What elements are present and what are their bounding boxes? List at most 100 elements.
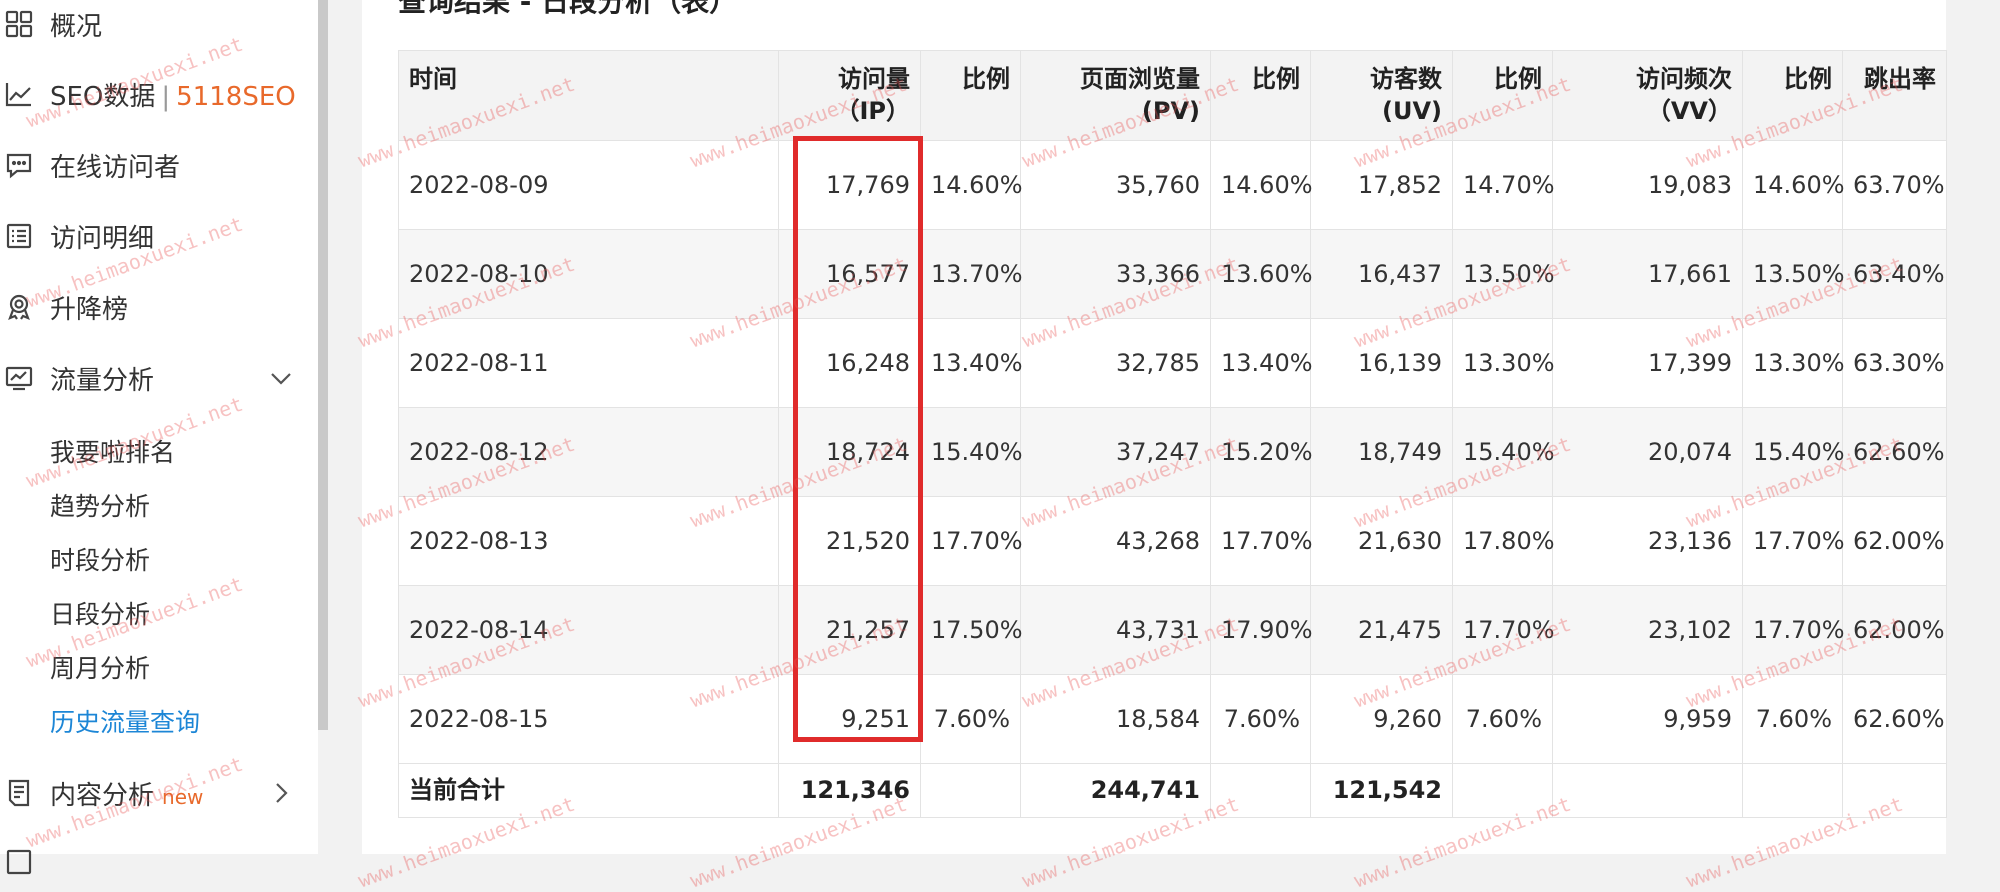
sidebar-item-label: 概况	[50, 11, 103, 42]
value-cell: 17.90%	[1210, 585, 1313, 675]
sidebar-item-rankings[interactable]: 升降榜	[0, 285, 318, 329]
sub-item-trend-analysis[interactable]: 趋势分析	[50, 485, 150, 525]
value-cell: 62.00%	[1842, 496, 1947, 586]
partial-icon	[4, 847, 34, 877]
column-header: 跳出率	[1842, 50, 1947, 141]
date-cell: 2022-08-10	[398, 229, 779, 319]
value-cell: 13.50%	[1742, 229, 1845, 319]
table-row: 2022-08-12 18,724 15.40% 37,247 15.20% 18,749…	[398, 407, 1947, 497]
total-value-cell	[1742, 763, 1843, 818]
value-cell: 17.70%	[920, 496, 1023, 586]
sidebar-item-label: 内容分析	[50, 780, 155, 811]
value-cell: 14.70%	[1452, 140, 1555, 230]
column-header: 页面浏览量(PV)	[1020, 50, 1211, 141]
sidebar-item-label: 在线访问者	[50, 152, 181, 183]
column-header: 比例	[1210, 50, 1311, 141]
value-cell: 7.60%	[1742, 674, 1843, 764]
column-header: 访客数(UV)	[1310, 50, 1453, 141]
page-title: 查询结果 - 日段分析（表）	[398, 0, 738, 18]
value-cell: 13.40%	[920, 318, 1023, 408]
sidebar-item-traffic-analysis[interactable]: 流量分析	[0, 356, 318, 400]
value-cell: 21,630	[1310, 496, 1453, 586]
total-value-cell	[920, 763, 1021, 818]
column-header: 时间	[398, 50, 779, 141]
value-cell: 9,251	[778, 674, 921, 764]
sidebar-item-partial	[0, 840, 318, 884]
value-cell: 14.60%	[920, 140, 1023, 230]
sidebar-item-label: 流量分析	[50, 365, 155, 396]
chevron-right-icon[interactable]	[268, 780, 294, 806]
sidebar-item-content-analysis[interactable]: 内容分析 new	[0, 771, 318, 815]
value-cell: 20,074	[1552, 407, 1743, 497]
total-value-cell: 244,741	[1020, 763, 1211, 818]
document-icon	[4, 778, 34, 808]
value-cell: 9,260	[1310, 674, 1453, 764]
value-cell: 62.60%	[1842, 407, 1947, 497]
value-cell: 14.60%	[1742, 140, 1845, 230]
chat-icon	[4, 150, 34, 180]
value-cell: 32,785	[1020, 318, 1211, 408]
column-header: 比例	[1452, 50, 1553, 141]
value-cell: 33,366	[1020, 229, 1211, 319]
sub-item-history-query[interactable]: 历史流量查询	[50, 701, 200, 741]
total-value-cell	[1842, 763, 1947, 818]
daily-analysis-table: 时间 访问量（IP） 比例 页面浏览量(PV) 比例 访客数(UV) 比例 访问…	[398, 50, 1947, 818]
column-header: 访问频次（VV）	[1552, 50, 1743, 141]
value-cell: 19,083	[1552, 140, 1743, 230]
value-cell: 17,769	[778, 140, 921, 230]
line-chart-icon	[4, 79, 34, 109]
table-header-row: 时间 访问量（IP） 比例 页面浏览量(PV) 比例 访客数(UV) 比例 访问…	[398, 50, 1947, 141]
sidebar-item-online-visitors[interactable]: 在线访问者	[0, 143, 318, 187]
total-value-cell: 121,346	[778, 763, 921, 818]
value-cell: 14.60%	[1210, 140, 1313, 230]
sub-item-ranking[interactable]: 我要啦排名	[50, 431, 175, 471]
value-cell: 9,959	[1552, 674, 1743, 764]
sidebar-item-overview[interactable]: 概况	[0, 2, 318, 46]
value-cell: 17.70%	[1742, 585, 1845, 675]
data-table-container: 时间 访问量（IP） 比例 页面浏览量(PV) 比例 访客数(UV) 比例 访问…	[398, 50, 1947, 818]
sub-item-hourly-analysis[interactable]: 时段分析	[50, 539, 150, 579]
table-row: 2022-08-13 21,520 17.70% 43,268 17.70% 21,630…	[398, 496, 1947, 586]
sidebar: 概况 SEO数据 | 5118SEO 在线访问者 访问明细 升降榜 流量分析 我…	[0, 0, 318, 875]
column-header: 访问量（IP）	[778, 50, 921, 141]
list-icon	[4, 221, 34, 251]
value-cell: 18,724	[778, 407, 921, 497]
value-cell: 15.20%	[1210, 407, 1313, 497]
sub-item-weekly-monthly-analysis[interactable]: 周月分析	[50, 647, 150, 687]
sidebar-item-label: SEO数据	[50, 81, 156, 112]
sidebar-scrollbar[interactable]	[318, 0, 328, 730]
value-cell: 21,475	[1310, 585, 1453, 675]
value-cell: 16,437	[1310, 229, 1453, 319]
table-row: 2022-08-11 16,248 13.40% 32,785 13.40% 16,139…	[398, 318, 1947, 408]
table-body: 2022-08-09 17,769 14.60% 35,760 14.60% 17,852…	[398, 140, 1947, 818]
value-cell: 43,268	[1020, 496, 1211, 586]
value-cell: 23,102	[1552, 585, 1743, 675]
date-cell: 2022-08-12	[398, 407, 779, 497]
value-cell: 35,760	[1020, 140, 1211, 230]
sidebar-item-label: 访问明细	[50, 223, 155, 254]
sidebar-item-visit-details[interactable]: 访问明细	[0, 214, 318, 258]
date-cell: 2022-08-14	[398, 585, 779, 675]
value-cell: 13.30%	[1742, 318, 1845, 408]
chevron-down-icon[interactable]	[268, 365, 294, 391]
value-cell: 15.40%	[920, 407, 1023, 497]
total-value-cell: 121,542	[1310, 763, 1453, 818]
date-cell: 2022-08-09	[398, 140, 779, 230]
value-cell: 21,257	[778, 585, 921, 675]
date-cell: 2022-08-15	[398, 674, 779, 764]
sub-item-daily-analysis[interactable]: 日段分析	[50, 593, 150, 633]
sidebar-item-seo-data[interactable]: SEO数据 | 5118SEO	[0, 72, 318, 116]
table-row: 2022-08-09 17,769 14.60% 35,760 14.60% 17,852…	[398, 140, 1947, 230]
total-value-cell	[1210, 763, 1311, 818]
column-header: 比例	[1742, 50, 1843, 141]
value-cell: 13.70%	[920, 229, 1023, 319]
total-value-cell	[1452, 763, 1553, 818]
value-cell: 17.70%	[1452, 585, 1555, 675]
value-cell: 16,139	[1310, 318, 1453, 408]
table-row: 2022-08-14 21,257 17.50% 43,731 17.90% 21,475…	[398, 585, 1947, 675]
sidebar-item-label: 升降榜	[50, 294, 129, 325]
value-cell: 7.60%	[1210, 674, 1311, 764]
value-cell: 13.50%	[1452, 229, 1555, 319]
value-cell: 16,577	[778, 229, 921, 319]
grid-icon	[4, 9, 34, 39]
